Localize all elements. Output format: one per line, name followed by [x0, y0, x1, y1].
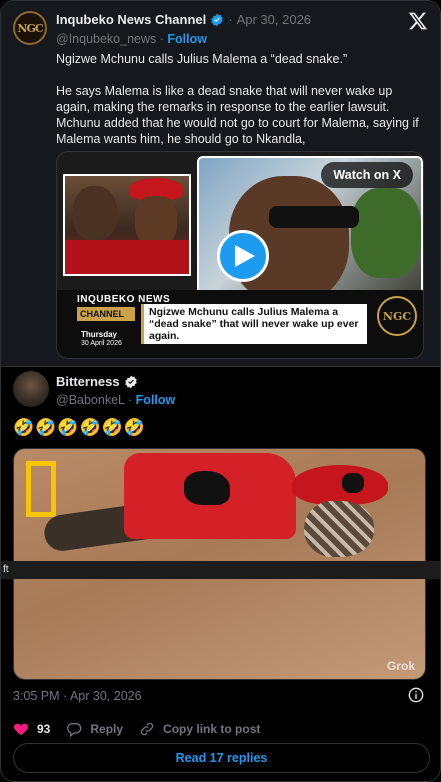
- watch-on-x-button[interactable]: Watch on X: [321, 162, 413, 188]
- natgeo-logo: [26, 461, 56, 517]
- quoted-author-name[interactable]: Inqubeko News Channel: [56, 12, 206, 27]
- quoted-text: Ngizwe Mchunu calls Julius Malema a “dea…: [56, 51, 428, 163]
- video-banner: INQUBEKO NEWS CHANNEL Thursday 30 April …: [57, 290, 423, 358]
- quoted-follow-link[interactable]: Follow: [167, 32, 207, 46]
- channel-logo: NGC: [377, 296, 417, 336]
- image-watermark: Grok: [386, 659, 415, 673]
- banner-channel: CHANNEL: [77, 307, 135, 321]
- author-handle-row: @BabonkeL · Follow: [56, 393, 175, 407]
- reply-icon: [67, 723, 82, 737]
- heart-icon: [14, 723, 28, 735]
- reply-button[interactable]: Reply: [66, 721, 123, 737]
- read-replies-button[interactable]: Read 17 replies: [13, 743, 430, 773]
- quoted-handle[interactable]: @Inqubeko_news: [56, 32, 156, 46]
- banner-day: Thursday: [81, 330, 118, 339]
- quoted-paragraph-2: He says Malema is like a dead snake that…: [56, 84, 419, 146]
- post-timestamp[interactable]: 3:05 PM · Apr 30, 2026: [13, 689, 142, 703]
- verified-badge-icon: [124, 375, 137, 388]
- quoted-handle-row: @Inqubeko_news · Follow: [56, 32, 207, 46]
- copy-link-button[interactable]: Copy link to post: [139, 721, 260, 737]
- post-card: NGC Inqubeko News Channel · Apr 30, 2026…: [0, 0, 441, 782]
- link-icon: [140, 722, 154, 736]
- handle-separator: ·: [128, 393, 133, 407]
- tooltip: ft: [1, 561, 440, 579]
- author-name[interactable]: Bitterness: [56, 374, 120, 389]
- post-text: 🤣🤣🤣🤣🤣🤣: [13, 418, 147, 437]
- reply-label: Reply: [90, 722, 124, 736]
- quoted-date[interactable]: Apr 30, 2026: [237, 12, 311, 27]
- quoted-author-row: Inqubeko News Channel · Apr 30, 2026: [56, 12, 311, 27]
- like-button[interactable]: 93: [13, 721, 50, 737]
- info-icon[interactable]: [408, 687, 424, 703]
- banner-headline: Ngizwe Mchunu calls Julius Malema a “dea…: [141, 304, 367, 344]
- like-count: 93: [37, 722, 51, 736]
- verified-badge-icon: [211, 13, 224, 26]
- quoted-handle-separator: ·: [159, 32, 164, 46]
- bitterness-avatar[interactable]: [13, 371, 49, 407]
- x-logo-icon[interactable]: [408, 11, 428, 31]
- quoted-video[interactable]: Watch on X INQUBEKO NEWS CHANNEL Thursda…: [56, 151, 424, 359]
- author-row: Bitterness: [56, 374, 142, 389]
- inqubeko-avatar[interactable]: NGC: [13, 11, 47, 45]
- play-button[interactable]: [217, 230, 269, 282]
- quoted-separator: ·: [228, 12, 233, 27]
- quoted-paragraph-1: Ngizwe Mchunu calls Julius Malema a “dea…: [56, 52, 348, 66]
- banner-date: 30 April 2026: [81, 340, 122, 347]
- copy-link-label: Copy link to post: [163, 722, 261, 736]
- play-icon: [235, 245, 255, 267]
- author-handle[interactable]: @BabonkeL: [56, 393, 125, 407]
- follow-link[interactable]: Follow: [136, 393, 176, 407]
- quoted-post[interactable]: NGC Inqubeko News Channel · Apr 30, 2026…: [1, 1, 440, 367]
- video-thumbnail-left: [63, 174, 191, 276]
- action-bar: 93 Reply Copy link to post: [13, 721, 276, 737]
